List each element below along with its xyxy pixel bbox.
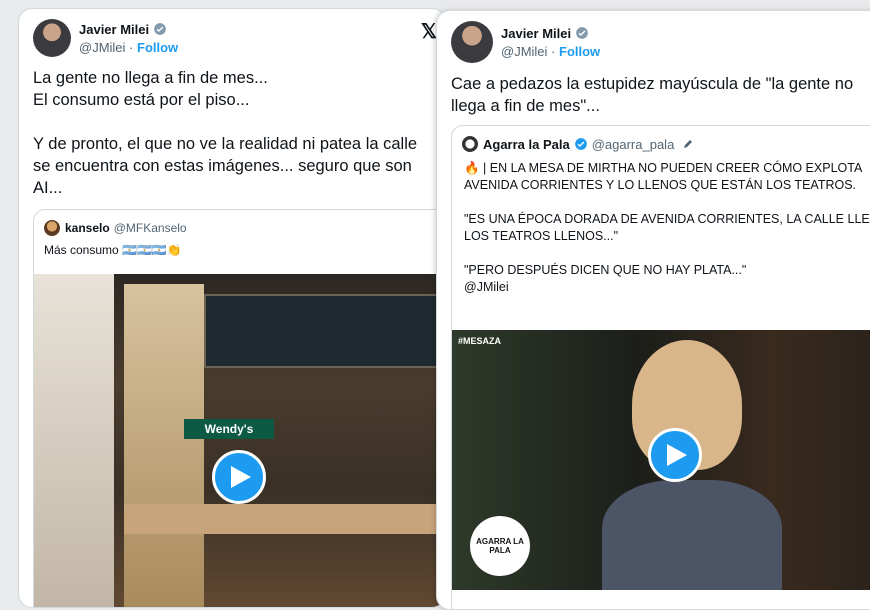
- pencil-icon: [684, 140, 693, 148]
- author-handle[interactable]: @JMilei: [79, 40, 125, 55]
- quoted-tweet[interactable]: kanselo @MFKanselo Más consumo 🇦🇷🇦🇷🇦🇷👏 W…: [33, 209, 445, 607]
- mall-pillar: [34, 274, 114, 607]
- tweet-header: Javier Milei @JMilei · Follow: [451, 21, 600, 63]
- x-logo-icon[interactable]: 𝕏: [421, 19, 437, 44]
- quote-author-handle[interactable]: @agarra_pala: [592, 137, 675, 152]
- tweet-card-left: Javier Milei @JMilei · Follow 𝕏 La gente…: [18, 8, 446, 608]
- verified-badge-icon: [574, 138, 587, 150]
- play-button[interactable]: [212, 450, 266, 504]
- tweet-card-right: Javier Milei @JMilei · Follow Cae a peda…: [436, 10, 870, 610]
- railing: [124, 504, 445, 534]
- follow-button[interactable]: Follow: [559, 44, 600, 59]
- quoted-tweet[interactable]: Agarra la Pala @agarra_pala 🔥 | EN LA ME…: [451, 125, 870, 609]
- author-name[interactable]: Javier Milei: [501, 26, 571, 41]
- avatar[interactable]: [33, 19, 71, 57]
- follow-button[interactable]: Follow: [137, 40, 178, 55]
- tweet-header: Javier Milei @JMilei · Follow: [33, 19, 178, 57]
- separator: ·: [551, 43, 556, 59]
- play-button[interactable]: [648, 428, 702, 482]
- wendys-sign: Wendy's: [184, 419, 274, 439]
- mall-windows: [204, 294, 438, 368]
- author-name[interactable]: Javier Milei: [79, 22, 149, 37]
- quote-text: 🔥 | EN LA MESA DE MIRTHA NO PUEDEN CREER…: [464, 161, 870, 294]
- quote-author-name[interactable]: Agarra la Pala: [483, 137, 570, 152]
- person-vest: [602, 480, 782, 590]
- separator: ·: [129, 39, 134, 55]
- quote-author-name[interactable]: kanselo: [65, 221, 110, 235]
- verified-badge-icon: [576, 27, 588, 39]
- tweet-text: Cae a pedazos la estupidez mayúscula de …: [451, 75, 854, 115]
- avatar[interactable]: [44, 220, 60, 236]
- video-thumbnail[interactable]: Wendy's: [34, 274, 445, 607]
- video-tag: #MESAZA: [458, 336, 502, 346]
- video-thumbnail[interactable]: #MESAZA AGARRA LA PALA: [452, 330, 870, 590]
- play-icon: [231, 466, 251, 488]
- play-icon: [667, 444, 687, 466]
- mall-pillar: [124, 284, 204, 607]
- agarra-la-pala-logo: AGARRA LA PALA: [470, 516, 530, 576]
- quote-text: Más consumo 🇦🇷🇦🇷🇦🇷👏: [44, 243, 182, 257]
- verified-badge-icon: [154, 23, 166, 35]
- quote-author-handle[interactable]: @MFKanselo: [114, 221, 187, 235]
- author-handle[interactable]: @JMilei: [501, 44, 547, 59]
- avatar[interactable]: [451, 21, 493, 63]
- avatar[interactable]: [462, 136, 478, 152]
